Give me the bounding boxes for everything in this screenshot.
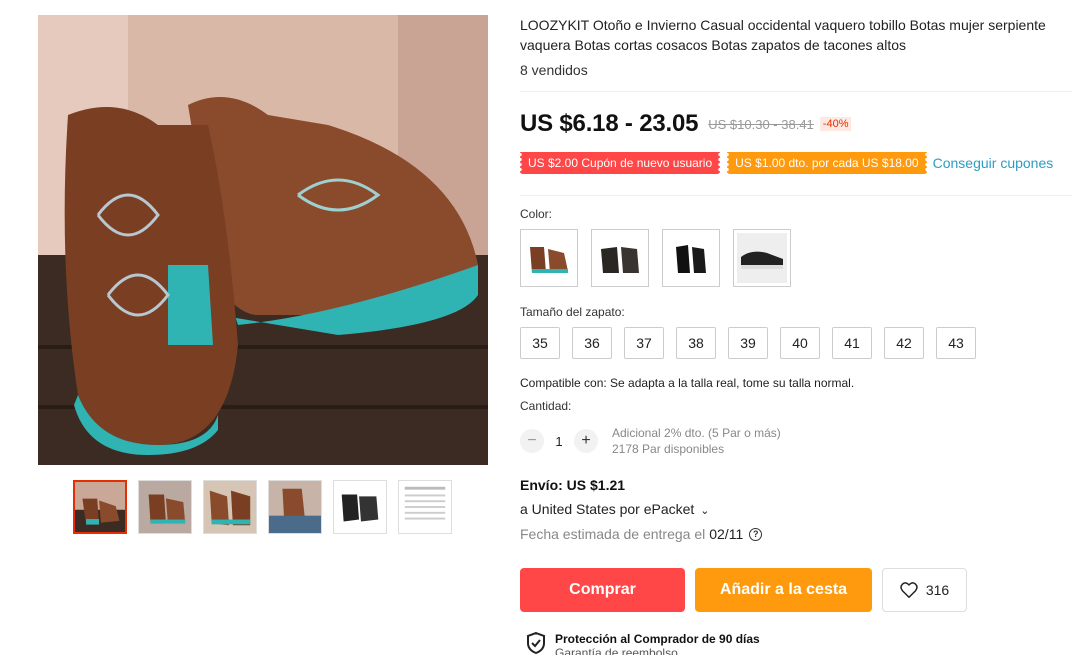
product-title: LOOZYKIT Otoño e Invierno Casual occiden… xyxy=(520,17,1046,53)
add-to-cart-button[interactable]: Añadir a la cesta xyxy=(695,568,872,612)
size-label: Tamaño del zapato: xyxy=(520,305,625,319)
color-label: Color: xyxy=(520,207,553,221)
wishlist-count: 316 xyxy=(925,582,950,598)
stock-available: 2178 Par disponibles xyxy=(612,442,725,456)
shield-check-icon xyxy=(527,632,545,654)
shipping-destination: a United States por ePacket xyxy=(520,501,695,517)
thumbnail-1[interactable] xyxy=(73,480,127,534)
size-option[interactable]: 37 xyxy=(624,327,664,359)
size-option[interactable]: 42 xyxy=(884,327,924,359)
main-product-image[interactable] xyxy=(38,15,488,465)
wishlist-button[interactable]: 316 xyxy=(882,568,967,612)
buy-now-button[interactable]: Comprar xyxy=(520,568,685,612)
protection-title: Protección al Comprador de 90 días xyxy=(555,632,760,646)
thumbnail-6-size-chart[interactable] xyxy=(398,480,452,534)
color-option-black-sneaker[interactable] xyxy=(733,229,791,287)
divider xyxy=(520,91,1072,92)
fit-note: Compatible con: Se adapta a la talla rea… xyxy=(520,376,855,390)
new-user-coupon[interactable]: US $2.00 Cupón de nuevo usuario xyxy=(517,152,723,174)
size-option[interactable]: 40 xyxy=(780,327,820,359)
size-option[interactable]: 39 xyxy=(728,327,768,359)
action-buttons: Comprar Añadir a la cesta 316 xyxy=(520,568,967,612)
size-option[interactable]: 36 xyxy=(572,327,612,359)
current-price: US $6.18 - 23.05 xyxy=(520,110,699,137)
size-option[interactable]: 41 xyxy=(832,327,872,359)
protection-subtitle: Garantía de reembolso xyxy=(555,646,678,655)
thumbnail-strip xyxy=(73,480,452,534)
price-row: US $6.18 - 23.05 US $10.30 - 38.41 -40% xyxy=(520,110,852,138)
delivery-estimate: Fecha estimada de entrega el 02/11 ? xyxy=(520,526,763,542)
sold-count: 8 vendidos xyxy=(520,62,588,78)
delivery-date: 02/11 xyxy=(709,526,744,542)
quantity-stepper: − 1 + Adicional 2% dto. (5 Par o más) 21… xyxy=(520,425,781,457)
discount-badge: -40% xyxy=(819,117,852,131)
size-option[interactable]: 38 xyxy=(676,327,716,359)
quantity-value[interactable]: 1 xyxy=(544,434,574,449)
thumbnail-3[interactable] xyxy=(203,480,257,534)
color-option-black[interactable] xyxy=(662,229,720,287)
color-option-black-studded[interactable] xyxy=(591,229,649,287)
size-option[interactable]: 43 xyxy=(936,327,976,359)
thumbnail-2[interactable] xyxy=(138,480,192,534)
heart-icon xyxy=(900,582,918,598)
shipping-method-selector[interactable]: a United States por ePacket ⌄ xyxy=(520,501,709,517)
shipping-cost: Envío: US $1.21 xyxy=(520,477,626,493)
divider xyxy=(520,195,1072,196)
help-icon[interactable]: ? xyxy=(749,527,763,541)
coupon-row: US $2.00 Cupón de nuevo usuario US $1.00… xyxy=(517,152,1054,174)
color-options xyxy=(520,229,791,287)
size-options: 35 36 37 38 39 40 41 42 43 xyxy=(520,327,976,359)
quantity-increase-button[interactable]: + xyxy=(574,429,598,453)
quantity-label: Cantidad: xyxy=(520,399,572,413)
buyer-protection: Protección al Comprador de 90 días Garan… xyxy=(526,632,760,655)
delivery-label: Fecha estimada de entrega el xyxy=(520,526,706,542)
thumbnail-5[interactable] xyxy=(333,480,387,534)
size-option[interactable]: 35 xyxy=(520,327,560,359)
quantity-info: Adicional 2% dto. (5 Par o más) 2178 Par… xyxy=(612,425,781,457)
bulk-discount-text: Adicional 2% dto. (5 Par o más) xyxy=(612,426,781,440)
get-coupons-link[interactable]: Conseguir cupones xyxy=(933,155,1054,171)
original-price: US $10.30 - 38.41 xyxy=(708,116,814,132)
quantity-decrease-button[interactable]: − xyxy=(520,429,544,453)
chevron-down-icon: ⌄ xyxy=(700,505,710,517)
color-option-brown[interactable] xyxy=(520,229,578,287)
thumbnail-4[interactable] xyxy=(268,480,322,534)
spend-coupon[interactable]: US $1.00 dto. por cada US $18.00 xyxy=(725,152,930,174)
